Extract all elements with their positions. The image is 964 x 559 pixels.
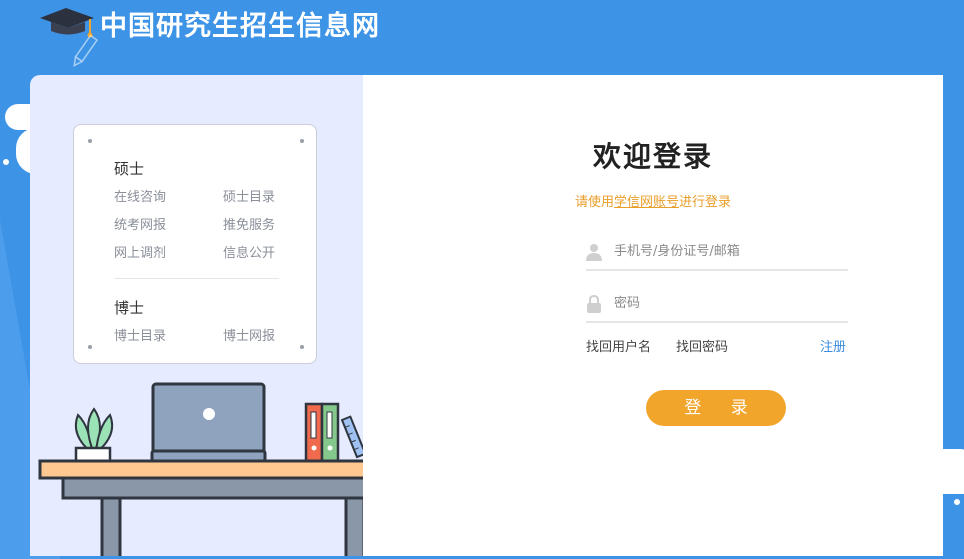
lock-icon — [587, 295, 601, 313]
subtitle-prefix: 请使用 — [574, 195, 614, 210]
desk-icon — [38, 459, 363, 556]
find-password-link[interactable]: 找回密码 — [676, 336, 728, 355]
password-input[interactable] — [614, 290, 844, 316]
login-form: 欢迎登录 请使用学信网账号进行登录 找回用户名 找回密码 注册 登 录 — [363, 75, 943, 556]
username-field — [586, 235, 848, 271]
find-username-link[interactable]: 找回用户名 — [586, 336, 651, 355]
username-input[interactable] — [614, 238, 844, 264]
service-panel: 硕士 在线咨询 硕士目录 统考网报 推免服务 网上调剂 信息公开 博士 博士目录… — [30, 75, 363, 556]
graduation-cap-icon — [40, 8, 98, 68]
laptop-icon — [150, 382, 267, 463]
password-field — [586, 287, 848, 323]
site-header: 中国研究生招生信息网 — [0, 0, 964, 75]
binders-icon — [304, 402, 363, 463]
login-button[interactable]: 登 录 — [646, 390, 786, 426]
user-icon — [586, 244, 602, 261]
login-subtitle: 请使用学信网账号进行登录 — [363, 191, 943, 210]
site-title[interactable]: 中国研究生招生信息网 — [100, 4, 380, 43]
subtitle-suffix: 进行登录 — [679, 195, 732, 210]
register-link[interactable]: 注册 — [820, 336, 846, 355]
desk-illustration — [38, 382, 363, 556]
login-title: 欢迎登录 — [592, 140, 713, 173]
chsi-account-link[interactable]: 学信网账号 — [614, 195, 679, 210]
login-card: 硕士 在线咨询 硕士目录 统考网报 推免服务 网上调剂 信息公开 博士 博士目录… — [30, 75, 943, 556]
plant-icon — [74, 407, 114, 464]
